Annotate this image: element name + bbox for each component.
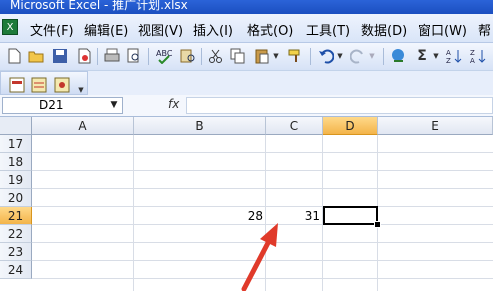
form-icon[interactable] [9,77,25,93]
format-painter-icon[interactable] [288,48,304,64]
svg-text:A: A [470,57,475,64]
menu-tools[interactable]: 工具(T) [306,20,350,39]
redo-dropdown-icon[interactable]: ▼ [368,48,376,64]
spelling-icon[interactable]: ABC [156,48,173,65]
menu-window[interactable]: 窗口(W) [418,20,467,39]
print-icon[interactable] [104,48,120,64]
column-header-c[interactable]: C [266,117,323,135]
annotation-arrow-icon [241,223,278,291]
menu-view[interactable]: 视图(V) [138,20,183,39]
menu-data[interactable]: 数据(D) [361,20,407,39]
toolbar-separator [383,48,384,65]
undo-dropdown-icon[interactable]: ▼ [336,48,344,64]
menu-file[interactable]: 文件(F) [30,20,74,39]
toolbar-separator [310,48,311,65]
sort-descending-icon[interactable]: ZA [470,48,486,65]
column-header-a[interactable]: A [32,117,134,135]
toolbar-separator [148,48,149,65]
menu-format[interactable]: 格式(O) [247,20,293,39]
select-all-corner[interactable] [0,117,32,135]
cut-icon[interactable] [208,48,224,64]
row-header-18[interactable]: 18 [0,153,32,171]
standard-toolbar: ABC ▼ ▼ ▼ Σ ▼ AZ ZA [0,43,493,71]
menu-edit[interactable]: 编辑(E) [84,20,128,39]
row-header-23[interactable]: 23 [0,243,32,261]
worksheet-grid[interactable]: A B C D E 17 18 19 20 21 22 23 24 28 31 [0,117,493,291]
sort-ascending-icon[interactable]: AZ [446,48,462,65]
active-cell-d21[interactable] [323,206,378,225]
print-preview-icon[interactable] [126,48,142,64]
toolbar-separator [201,48,202,65]
insert-function-icon[interactable]: fx [168,97,179,111]
formula-input[interactable] [186,97,493,114]
permission-icon[interactable] [76,48,92,64]
svg-text:A: A [446,49,451,57]
menu-help[interactable]: 帮 [478,20,491,39]
row-header-24[interactable]: 24 [0,261,32,279]
row-header-17[interactable]: 17 [0,135,32,153]
paste-icon[interactable] [254,48,270,64]
toolbar-separator [97,48,98,65]
toolbar-area [88,71,493,95]
redo-icon[interactable] [349,48,366,64]
window-title: Microsoft Excel - 推广计划.xlsx [10,0,188,12]
row-header-20[interactable]: 20 [0,189,32,207]
column-header-e[interactable]: E [378,117,493,135]
paste-dropdown-icon[interactable]: ▼ [272,48,280,64]
gridline [32,170,493,171]
name-box[interactable]: D21 [2,97,123,114]
row-header-19[interactable]: 19 [0,171,32,189]
row-header-21[interactable]: 21 [0,207,32,225]
settings-icon[interactable] [54,77,70,93]
svg-text:Z: Z [470,49,475,57]
fill-handle[interactable] [374,221,381,228]
autosum-dropdown-icon[interactable]: ▼ [432,48,440,64]
name-box-dropdown-icon[interactable]: ▼ [106,97,122,114]
gridline [32,188,493,189]
save-icon[interactable] [52,48,68,64]
gridline [32,152,493,153]
column-header-d[interactable]: D [323,117,378,135]
svg-text:Z: Z [446,57,451,64]
column-header-b[interactable]: B [134,117,266,135]
research-icon[interactable] [180,48,196,64]
secondary-toolbar: ▼ [0,71,88,95]
title-bar: Microsoft Excel - 推广计划.xlsx [0,0,493,14]
excel-app-icon[interactable]: X [2,19,18,35]
list-icon[interactable] [31,77,47,93]
menu-bar: X 文件(F) 编辑(E) 视图(V) 插入(I) 格式(O) 工具(T) 数据… [0,14,493,43]
menu-insert[interactable]: 插入(I) [193,20,233,39]
formula-bar: D21 ▼ fx [0,95,493,117]
open-folder-icon[interactable] [28,48,44,64]
hyperlink-icon[interactable] [390,48,406,64]
copy-icon[interactable] [230,48,246,64]
row-header-22[interactable]: 22 [0,225,32,243]
autosum-icon[interactable]: Σ [414,48,430,64]
undo-icon[interactable] [318,48,335,64]
new-document-icon[interactable] [6,48,22,64]
